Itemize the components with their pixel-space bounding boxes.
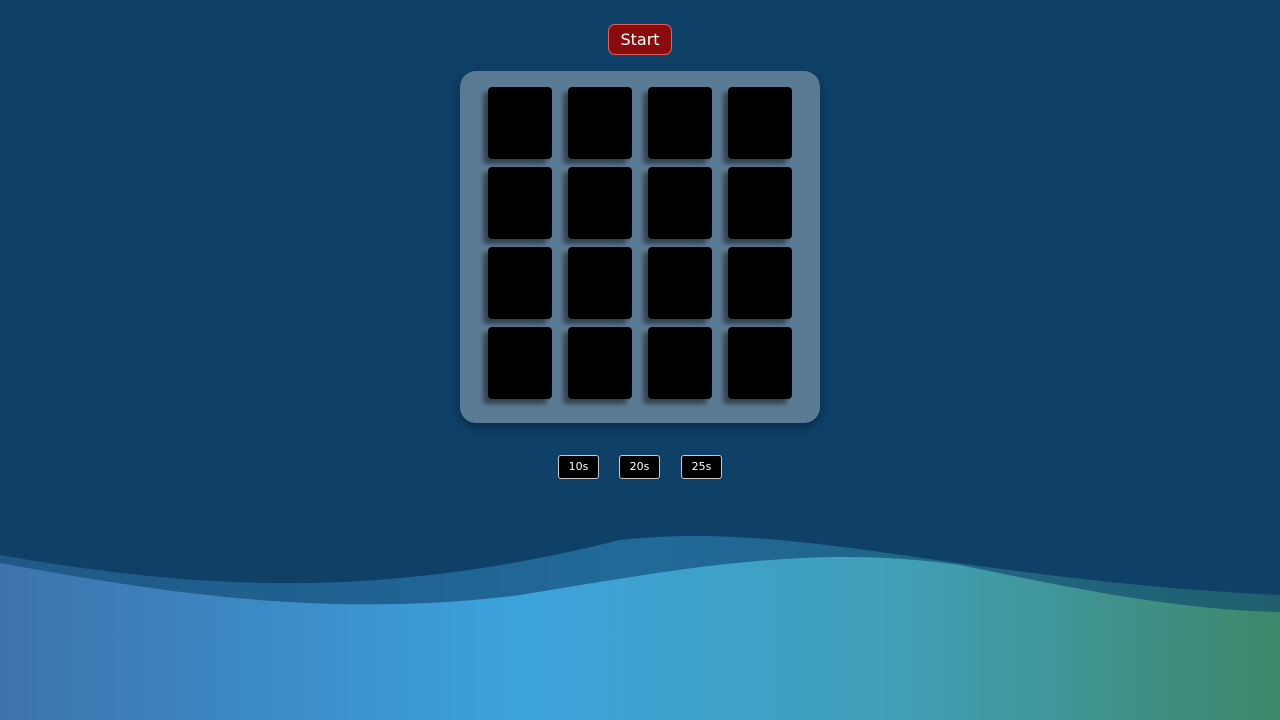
game-board <box>460 71 820 423</box>
card-r1-c2[interactable] <box>568 87 632 159</box>
card-r4-c2[interactable] <box>568 327 632 399</box>
card-r1-c3[interactable] <box>648 87 712 159</box>
card-r1-c1[interactable] <box>488 87 552 159</box>
card-r2-c4[interactable] <box>728 167 792 239</box>
card-r4-c4[interactable] <box>728 327 792 399</box>
card-r3-c2[interactable] <box>568 247 632 319</box>
time-20s-button[interactable]: 20s <box>619 455 660 479</box>
card-r1-c4[interactable] <box>728 87 792 159</box>
card-r3-c1[interactable] <box>488 247 552 319</box>
card-r2-c2[interactable] <box>568 167 632 239</box>
time-25s-button[interactable]: 25s <box>681 455 722 479</box>
time-10s-button[interactable]: 10s <box>558 455 599 479</box>
card-r4-c3[interactable] <box>648 327 712 399</box>
start-button[interactable]: Start <box>608 24 672 55</box>
card-r3-c4[interactable] <box>728 247 792 319</box>
card-r3-c3[interactable] <box>648 247 712 319</box>
card-r2-c3[interactable] <box>648 167 712 239</box>
game-stage: Start 10s 20s 25s <box>0 0 1280 720</box>
card-r2-c1[interactable] <box>488 167 552 239</box>
card-r4-c1[interactable] <box>488 327 552 399</box>
